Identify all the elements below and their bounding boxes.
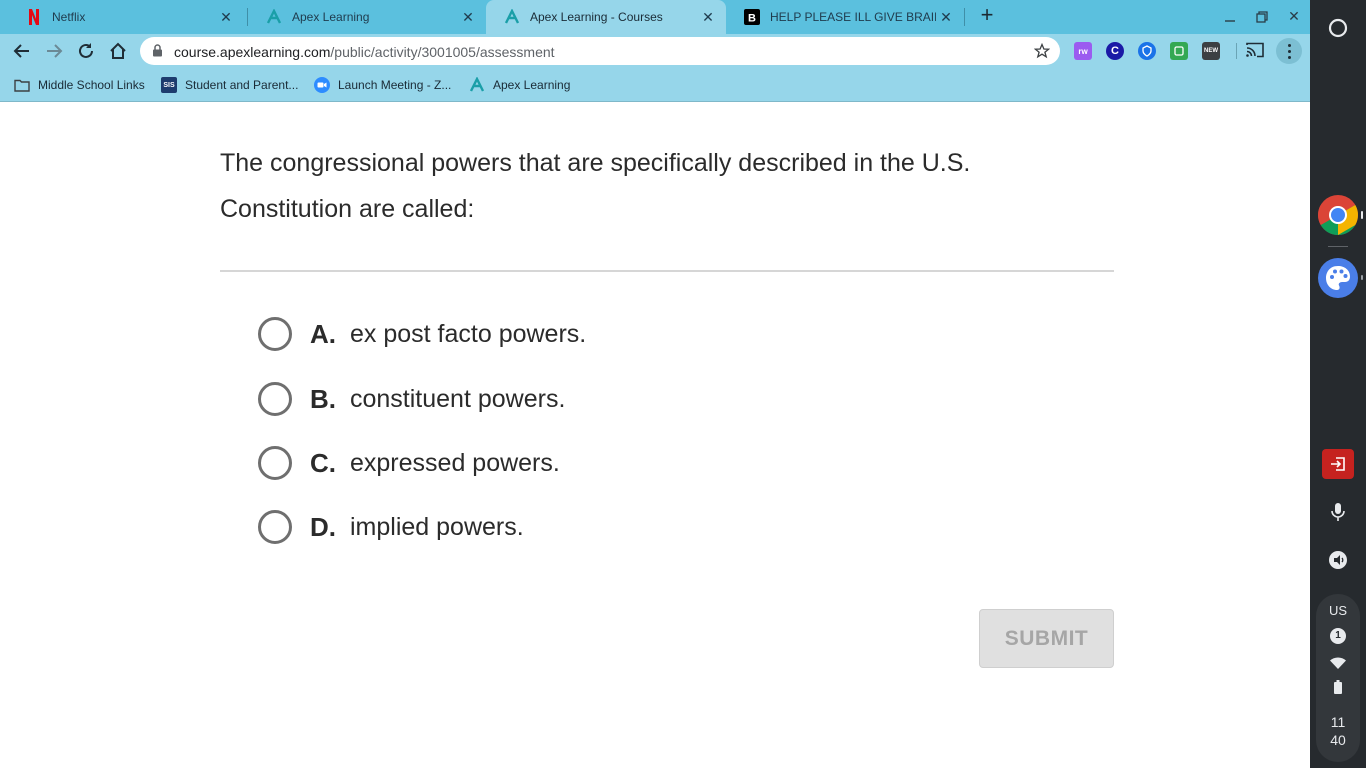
select-to-speak-icon[interactable] <box>1318 540 1358 580</box>
microphone-icon[interactable] <box>1318 492 1358 532</box>
option-text: implied powers. <box>350 512 524 541</box>
toolbar-separator <box>1236 43 1237 59</box>
green-extension-icon[interactable] <box>1170 42 1188 60</box>
running-indicator <box>1361 211 1363 219</box>
option-letter: B. <box>310 383 336 414</box>
shelf-divider <box>1328 246 1348 247</box>
option-text: expressed powers. <box>350 448 560 477</box>
tab-netflix[interactable]: Netflix ✕ <box>8 0 244 34</box>
wifi-icon <box>1330 656 1346 674</box>
back-arrow-icon[interactable] <box>10 39 34 63</box>
tab-apex-courses[interactable]: Apex Learning - Courses ✕ <box>486 0 726 34</box>
tab-strip: Netflix ✕ Apex Learning ✕ Apex Learning … <box>0 0 1310 34</box>
question-divider <box>220 270 1114 272</box>
forward-arrow-icon[interactable] <box>42 39 66 63</box>
exit-session-icon[interactable] <box>1322 449 1354 479</box>
bookmark-label: Middle School Links <box>38 78 145 92</box>
bookmarks-bar: Middle School Links SIS Student and Pare… <box>0 68 1310 102</box>
sis-icon: SIS <box>161 77 177 93</box>
tab-title: HELP PLEASE ILL GIVE BRAINLIE <box>770 10 936 24</box>
star-icon[interactable] <box>1033 42 1051 64</box>
browser-window: Netflix ✕ Apex Learning ✕ Apex Learning … <box>0 0 1310 768</box>
answer-option-c[interactable]: C. expressed powers. <box>258 443 560 483</box>
svg-text:B: B <box>748 13 756 25</box>
bookmark-launch-meeting[interactable]: Launch Meeting - Z... <box>314 76 451 94</box>
home-icon[interactable] <box>106 39 130 63</box>
bookmark-apex-learning[interactable]: Apex Learning <box>469 76 570 94</box>
close-tab-icon[interactable]: ✕ <box>698 7 718 27</box>
close-tab-icon[interactable]: ✕ <box>936 7 956 27</box>
input-method-label: US <box>1328 603 1348 618</box>
option-letter: D. <box>310 511 336 542</box>
minimize-icon[interactable] <box>1219 6 1241 28</box>
option-text: constituent powers. <box>350 384 566 413</box>
submit-button[interactable]: SUBMIT <box>979 609 1114 668</box>
reload-icon[interactable] <box>74 39 98 63</box>
battery-icon <box>1334 680 1342 699</box>
radio-button[interactable] <box>258 317 292 351</box>
bookmark-student-parent[interactable]: SIS Student and Parent... <box>161 76 298 94</box>
answer-option-a[interactable]: A. ex post facto powers. <box>258 314 586 354</box>
tab-title: Apex Learning <box>292 10 370 24</box>
tab-title: Netflix <box>52 10 86 24</box>
restore-icon[interactable] <box>1251 6 1273 28</box>
puzzle-extension-icon[interactable]: rw <box>1074 42 1092 60</box>
url-text[interactable]: course.apexlearning.com/public/activity/… <box>174 44 555 60</box>
tab-apex-learning[interactable]: Apex Learning ✕ <box>248 0 486 34</box>
bookmark-label: Launch Meeting - Z... <box>338 78 452 92</box>
menu-kebab-icon[interactable] <box>1276 38 1302 64</box>
cast-icon[interactable] <box>1246 42 1264 63</box>
c-extension-icon[interactable]: C <box>1106 42 1124 60</box>
url-path: /public/activity/3001005/assessment <box>330 44 555 60</box>
question-text: The congressional powers that are specif… <box>220 149 971 223</box>
lock-icon[interactable] <box>152 44 163 62</box>
launcher-icon[interactable] <box>1318 8 1358 48</box>
option-letter: C. <box>310 447 336 478</box>
brainly-icon: B <box>744 9 760 25</box>
close-tab-icon[interactable]: ✕ <box>458 7 478 27</box>
bookmark-middle-school-links[interactable]: Middle School Links <box>14 76 145 94</box>
new-extension-icon[interactable]: NEW <box>1202 42 1220 60</box>
radio-button[interactable] <box>258 510 292 544</box>
new-tab-button[interactable]: + <box>976 4 998 27</box>
running-indicator <box>1361 275 1363 280</box>
close-tab-icon[interactable]: ✕ <box>216 7 236 27</box>
notification-count-badge: 1 <box>1330 628 1346 644</box>
tab-brainly[interactable]: B HELP PLEASE ILL GIVE BRAINLIE ✕ <box>726 0 964 34</box>
url-domain: course.apexlearning.com <box>174 44 331 60</box>
answer-option-b[interactable]: B. constituent powers. <box>258 379 565 419</box>
tab-title: Apex Learning - Courses <box>530 10 663 24</box>
address-bar[interactable]: course.apexlearning.com/public/activity/… <box>140 37 1060 65</box>
apex-icon <box>504 9 520 25</box>
status-tray[interactable]: US 1 11 40 <box>1316 594 1360 762</box>
apex-icon <box>469 77 485 93</box>
folder-icon <box>14 77 30 93</box>
shield-extension-icon[interactable] <box>1138 42 1156 60</box>
bookmark-label: Student and Parent... <box>185 78 299 92</box>
netflix-icon <box>26 9 42 25</box>
answer-option-d[interactable]: D. implied powers. <box>258 507 524 547</box>
apex-icon <box>266 9 282 25</box>
zoom-icon <box>314 77 330 93</box>
close-window-icon[interactable]: ✕ <box>1283 6 1305 28</box>
clock-minute: 40 <box>1330 732 1346 748</box>
clock-hour: 11 <box>1330 714 1346 730</box>
tab-separator <box>964 8 965 26</box>
radio-button[interactable] <box>258 446 292 480</box>
bookmark-label: Apex Learning <box>493 78 571 92</box>
option-text: ex post facto powers. <box>350 319 587 348</box>
chrome-icon[interactable] <box>1318 195 1358 235</box>
radio-button[interactable] <box>258 382 292 416</box>
option-letter: A. <box>310 318 336 349</box>
palette-icon[interactable] <box>1318 258 1358 298</box>
